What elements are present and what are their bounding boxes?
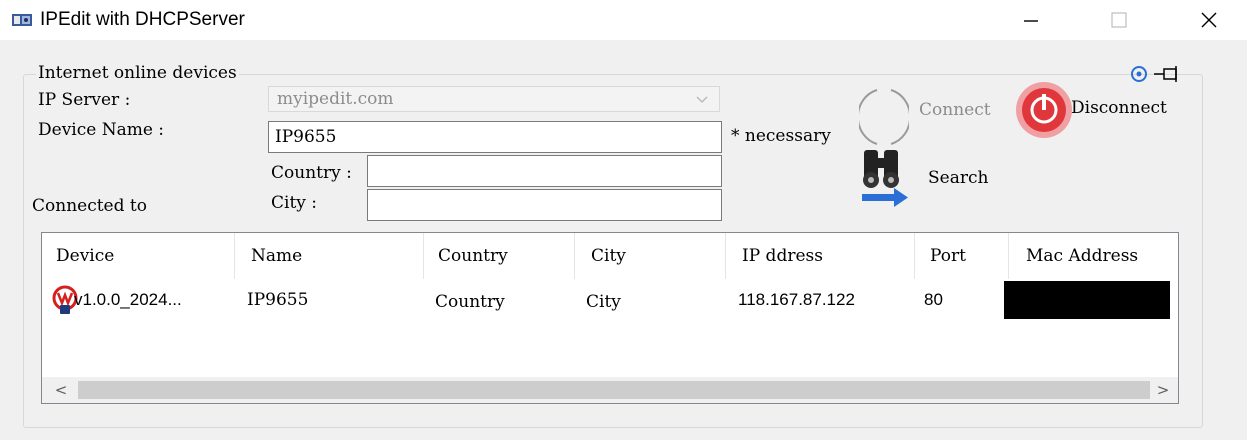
city-label: City :	[271, 193, 318, 213]
maximize-icon	[1111, 12, 1127, 28]
cell-name: IP9655	[247, 290, 309, 310]
ip-server-label: IP Server :	[38, 90, 131, 110]
connect-button[interactable]: Connect	[855, 84, 1000, 150]
column-header-port[interactable]: Port	[916, 233, 1008, 279]
disconnect-button[interactable]: Disconnect	[1014, 80, 1174, 144]
scroll-thumb[interactable]	[78, 381, 1150, 399]
ip-server-value: myipedit.com	[277, 89, 394, 109]
device-name-label: Device Name :	[38, 120, 165, 140]
cell-port: 80	[924, 290, 943, 309]
search-label: Search	[928, 168, 989, 188]
column-header-ip[interactable]: IP ddress	[728, 233, 914, 279]
app-icon	[12, 14, 32, 26]
cell-city: City	[586, 292, 621, 312]
search-button[interactable]: Search	[856, 146, 996, 212]
column-header-country[interactable]: Country	[424, 233, 574, 279]
header-divider[interactable]	[574, 233, 575, 279]
country-label: Country :	[271, 163, 352, 183]
device-list[interactable]: Device Name Country City IP ddress Port …	[41, 232, 1179, 404]
scroll-right-arrow[interactable]: >	[1152, 379, 1174, 401]
title-bar: IPEdit with DHCPServer	[0, 0, 1247, 40]
cell-device: v1.0.0_2024...	[74, 290, 182, 309]
power-icon	[1016, 82, 1072, 138]
cell-ip: 118.167.87.122	[738, 290, 855, 309]
horizontal-scrollbar[interactable]: < >	[42, 377, 1178, 403]
necessary-note: * necessary	[731, 126, 831, 146]
disconnect-label: Disconnect	[1071, 98, 1167, 118]
cell-country: Country	[435, 292, 505, 312]
ip-server-combo[interactable]: myipedit.com	[268, 86, 720, 112]
group-title: Internet online devices	[36, 63, 239, 83]
chevron-down-icon	[696, 96, 708, 103]
city-field[interactable]	[367, 189, 722, 221]
refresh-icon[interactable]	[1131, 66, 1147, 82]
header-divider[interactable]	[914, 233, 915, 279]
device-name-field[interactable]: IP9655	[268, 121, 722, 153]
maximize-button[interactable]	[1090, 0, 1148, 40]
column-header-city[interactable]: City	[577, 233, 725, 279]
minimize-icon	[1024, 20, 1038, 22]
column-header-device[interactable]: Device	[42, 233, 234, 279]
window-title: IPEdit with DHCPServer	[40, 9, 245, 30]
minimize-button[interactable]	[1002, 0, 1060, 40]
country-field[interactable]	[367, 155, 722, 187]
header-divider[interactable]	[725, 233, 726, 279]
cell-mac-redacted	[1004, 281, 1170, 319]
binoculars-icon	[862, 150, 908, 207]
column-header-name[interactable]: Name	[237, 233, 423, 279]
connect-label: Connect	[919, 100, 991, 120]
close-button[interactable]	[1180, 0, 1238, 40]
header-divider[interactable]	[1008, 233, 1009, 279]
table-row[interactable]: v1.0.0_2024... IP9655 Country City 118.1…	[42, 281, 1178, 319]
close-icon	[1201, 12, 1217, 28]
scroll-left-arrow[interactable]: <	[50, 379, 72, 401]
connected-to-label: Connected to	[32, 196, 147, 216]
connect-icon	[859, 89, 909, 145]
header-divider[interactable]	[234, 233, 235, 279]
column-header-mac[interactable]: Mac Address	[1012, 233, 1178, 279]
